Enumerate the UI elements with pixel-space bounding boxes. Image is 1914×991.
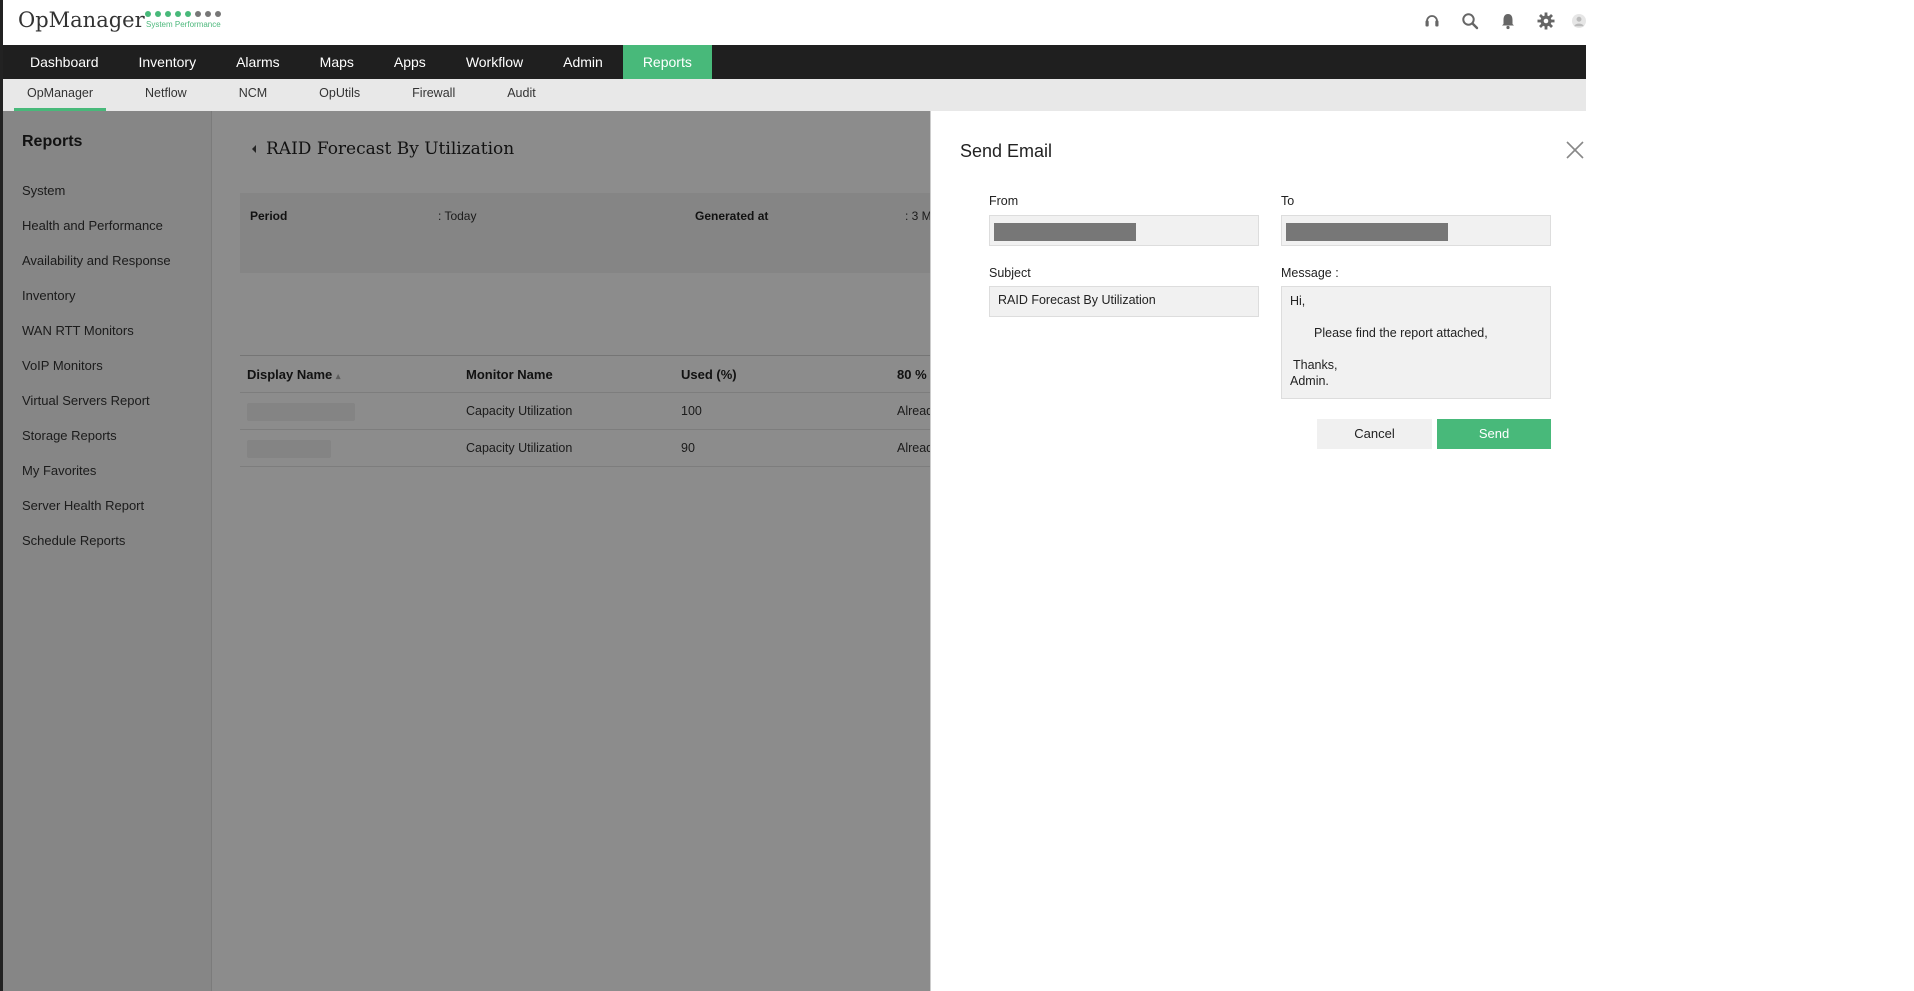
nav-admin[interactable]: Admin [543,45,623,79]
app-subtitle: System Performance [146,20,221,29]
support-icon[interactable] [1420,9,1444,33]
nav-maps[interactable]: Maps [300,45,374,79]
subnav-ncm[interactable]: NCM [226,79,280,111]
nav-workflow[interactable]: Workflow [446,45,543,79]
subnav-netflow[interactable]: Netflow [132,79,200,111]
subnav-firewall[interactable]: Firewall [399,79,468,111]
message-line: Hi, [1290,294,1306,308]
brand-dot [215,11,221,17]
nav-dashboard[interactable]: Dashboard [10,45,119,79]
message-line: Thanks, [1293,358,1338,372]
to-field[interactable] [1281,215,1551,246]
gear-icon[interactable] [1534,9,1558,33]
send-email-dialog: Send Email From To Subject RAID Forecast… [930,111,1586,991]
close-icon[interactable] [1564,139,1586,161]
brand-dot [205,11,211,17]
user-avatar-icon[interactable] [1572,9,1586,33]
top-bar: OpManager System Performance [0,0,1586,45]
message-field[interactable]: Hi, Please find the report attached, Tha… [1281,286,1551,399]
cancel-button[interactable]: Cancel [1317,419,1432,449]
nav-reports[interactable]: Reports [622,45,712,79]
subnav-audit[interactable]: Audit [494,79,549,111]
dialog-title: Send Email [960,141,1053,161]
subject-field[interactable]: RAID Forecast By Utilization [989,286,1259,317]
message-line: Admin. [1290,374,1329,388]
from-label: From [989,194,1019,208]
search-icon[interactable] [1458,9,1482,33]
message-line: Please find the report attached, [1314,326,1488,340]
nav-inventory[interactable]: Inventory [119,45,217,79]
sub-nav: OpManager Netflow NCM OpUtils Firewall A… [0,79,1586,111]
brand-dot [175,11,181,17]
redacted-from [994,223,1136,241]
subject-label: Subject [989,266,1031,280]
brand-dots [145,11,221,17]
main-nav: Dashboard Inventory Alarms Maps Apps Wor… [0,45,1586,79]
brand-dot [155,11,161,17]
modal-backdrop[interactable] [0,111,930,991]
subnav-oputils[interactable]: OpUtils [306,79,373,111]
window-left-edge [0,0,3,991]
brand-dot [195,11,201,17]
send-button[interactable]: Send [1437,419,1551,449]
top-icons [1420,9,1586,33]
app-logo[interactable]: OpManager [18,8,145,32]
app-window: OpManager System Performance Dashboard I… [0,0,1586,991]
from-field[interactable] [989,215,1259,246]
to-label: To [1281,194,1295,208]
bell-icon[interactable] [1496,9,1520,33]
brand-dot [165,11,171,17]
nav-apps[interactable]: Apps [374,45,446,79]
redacted-to [1286,223,1448,241]
nav-alarms[interactable]: Alarms [216,45,300,79]
message-label: Message : [1281,266,1339,280]
brand-dot [185,11,191,17]
subnav-opmanager[interactable]: OpManager [14,79,107,111]
brand-dot [145,11,151,17]
subject-value: RAID Forecast By Utilization [998,293,1156,307]
